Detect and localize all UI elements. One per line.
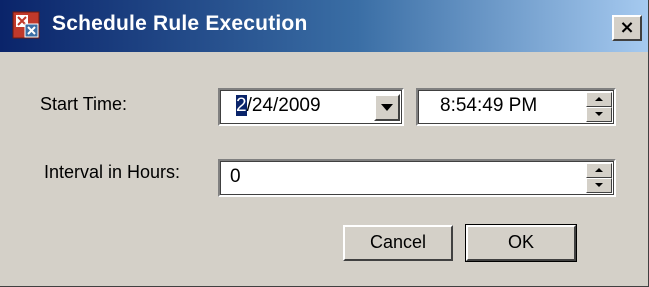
start-time-input[interactable]: 8:54:49 PM <box>416 88 616 126</box>
spin-down-icon[interactable] <box>586 178 612 193</box>
time-spinner[interactable] <box>586 92 612 122</box>
close-icon: × <box>619 17 635 38</box>
title-bar[interactable]: Schedule Rule Execution × <box>0 0 648 52</box>
spin-down-icon[interactable] <box>586 107 612 122</box>
start-date-selected-part: 2 <box>236 95 247 116</box>
start-date-value: 2/24/2009 <box>236 95 321 117</box>
interval-value: 0 <box>230 166 241 187</box>
start-date-picker[interactable]: 2/24/2009 <box>218 88 404 126</box>
spin-up-icon[interactable] <box>586 92 612 107</box>
cancel-label: Cancel <box>369 232 427 252</box>
start-date-rest: /24/2009 <box>246 95 321 116</box>
schedule-rule-dialog: Schedule Rule Execution × Start Time: 2/… <box>0 0 649 287</box>
ok-label: OK <box>507 232 534 252</box>
ok-button[interactable]: OK <box>465 224 577 262</box>
interval-spinner[interactable] <box>586 163 612 193</box>
date-dropdown-button[interactable] <box>374 94 400 121</box>
dialog-title: Schedule Rule Execution <box>52 12 308 35</box>
start-time-value: 8:54:49 PM <box>440 95 538 116</box>
interval-label: Interval in Hours: <box>44 162 181 182</box>
cancel-button[interactable]: Cancel <box>343 225 453 261</box>
spin-up-icon[interactable] <box>586 163 612 178</box>
start-time-label: Start Time: <box>40 94 128 114</box>
app-icon <box>12 11 40 39</box>
close-button[interactable]: × <box>612 15 642 41</box>
interval-input[interactable]: 0 <box>218 159 616 197</box>
